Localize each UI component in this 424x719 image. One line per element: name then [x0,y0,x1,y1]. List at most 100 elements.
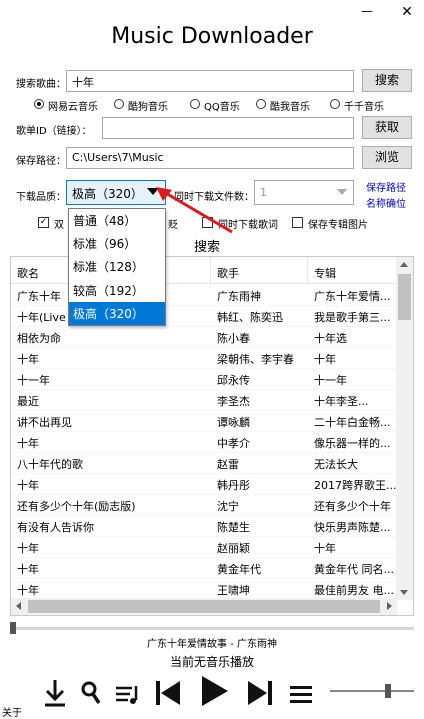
radio-qianqian-label: 千千音乐 [344,102,384,113]
table-row[interactable]: 十年 黄金年代 黄金年代 同名... [11,557,397,579]
table-row[interactable]: 十年 中孝介 像乐器一样的... [11,431,397,453]
table-row[interactable]: 八十年代的歌 赵雷 无法长大 [11,452,397,474]
album-cell: 还有多少个十年 [314,500,391,513]
song-title-cell: 十年 [17,437,39,450]
artist-cell: 韩丹彤 [217,479,250,492]
header-artist[interactable]: 歌手 [211,257,308,283]
artist-cell: 中孝介 [217,437,250,450]
artist-cell: 谭咏麟 [217,416,250,429]
radio-kugou-label: 酷狗音乐 [128,102,168,113]
radio-kugou[interactable] [114,99,124,109]
artist-cell: 李圣杰 [217,395,250,408]
volume-thumb[interactable] [384,684,391,698]
album-cell: 像乐器一样的... [314,437,391,450]
progress-thumb[interactable] [10,622,16,634]
next-icon[interactable] [246,678,274,708]
artist-cell: 陈楚生 [217,521,250,534]
concurrent-value: 1 [260,186,267,199]
vertical-scrollbar[interactable] [396,257,413,600]
quality-option[interactable]: 较高（192） [69,279,165,302]
table-row[interactable]: 十年 王啸坤 最佳前男友 电... [11,578,397,600]
hscroll-thumb[interactable] [28,600,380,613]
album-cell: 十年 [314,353,336,366]
album-cell: 我是歌手第三... [314,311,391,324]
table-row[interactable]: 最近 李圣杰 十年李圣... [11,389,397,411]
now-playing-text: 广东十年爱情故事 - 广东雨神 [147,639,277,650]
album-cell: 十年 [314,542,336,555]
download-icon[interactable] [42,678,68,708]
table-row[interactable]: 十年 梁朝伟、李宇春 十年 [11,347,397,369]
browse-button[interactable]: 浏览 [362,146,412,169]
song-title-cell: 还有多少个十年(励志版) [17,500,136,513]
artist-cell: 沈宁 [217,500,239,513]
save-path-input[interactable]: C:\Users\7\Music [66,147,354,169]
playlist-input[interactable] [102,117,354,139]
radio-netease-label: 网易云音乐 [48,102,98,113]
album-cell: 二十年白金畅... [314,416,391,429]
album-cell: 无法长大 [314,458,358,471]
song-title-cell: 相依为命 [17,332,61,345]
radio-kuwo-label: 酷我音乐 [270,102,310,113]
scroll-down-arrow-icon[interactable] [400,590,408,595]
progress-track[interactable] [10,627,414,630]
scroll-right-arrow-icon[interactable] [387,602,392,610]
scroll-thumb[interactable] [398,274,411,320]
artist-cell: 邱永传 [217,374,250,387]
table-row[interactable]: 有没有人告诉你 陈楚生 快乐男声陈楚... [11,515,397,537]
playlist-icon[interactable] [114,682,142,706]
close-button[interactable]: ✕ [396,4,418,24]
album-cell: 十年选 [314,332,347,345]
album-cell: 广东十年爱情... [314,290,391,303]
option1-checkbox[interactable]: ✓ [38,217,49,228]
table-row[interactable]: 讲不出再见 谭咏麟 二十年白金畅... [11,410,397,432]
quality-selected: 极高（320） [72,187,143,201]
about-link[interactable]: 关于 [2,704,22,719]
table-row[interactable]: 十年 韩丹彤 2017跨界歌王... [11,473,397,495]
scroll-left-arrow-icon[interactable] [16,602,21,610]
scroll-up-arrow-icon[interactable] [400,262,408,267]
search-icon[interactable] [80,680,102,706]
save-path-link[interactable]: 保存路径 [366,179,406,194]
radio-qq[interactable] [190,99,200,109]
radio-netease[interactable] [34,99,44,109]
table-row[interactable]: 十一年 邱永传 十一年 [11,368,397,390]
save-path-label: 保存路径： [16,156,66,167]
artist-cell: 陈小春 [217,332,250,345]
song-title-cell: 十年 [17,563,39,576]
quality-option[interactable]: 标准（128） [69,255,165,278]
menu-list-icon[interactable] [288,684,314,706]
concurrent-select[interactable]: 1 [254,180,354,205]
volume-track[interactable] [330,690,414,692]
previous-icon[interactable] [154,678,182,708]
fetch-button[interactable]: 获取 [362,116,412,139]
song-title-cell: 讲不出再见 [17,416,72,429]
album-cell: 最佳前男友 电... [314,584,394,597]
album-cell: 黄金年代 同名... [314,563,394,576]
artist-cell: 赵雷 [217,458,239,471]
table-row[interactable]: 还有多少个十年(励志版) 沈宁 还有多少个十年 [11,494,397,516]
search-label: 搜索歌曲： [16,79,66,90]
album-art-checkbox[interactable] [292,217,303,228]
name-locate-link[interactable]: 名称确位 [366,195,406,210]
option1-label: 双 [54,220,64,231]
radio-kuwo[interactable] [256,99,266,109]
table-row[interactable]: 十年 赵丽颖 十年 [11,536,397,558]
song-title-cell: 十年 [17,542,39,555]
search-button[interactable]: 搜索 [362,69,412,92]
album-art-label: 保存专辑图片 [308,220,368,231]
song-title-cell: 十一年 [17,374,50,387]
artist-cell: 赵丽颖 [217,542,250,555]
radio-qianqian[interactable] [330,99,340,109]
playlist-label: 歌单ID（链接）： [16,126,92,137]
table-row[interactable]: 相依为命 陈小春 十年选 [11,326,397,348]
search-input[interactable]: 十年 [66,70,354,92]
artist-cell: 黄金年代 [217,563,261,576]
header-album[interactable]: 专辑 [308,257,397,283]
minimize-button[interactable]: — [356,4,378,24]
artist-cell: 梁朝伟、李宇春 [217,353,294,366]
player-status: 当前无音乐播放 [169,655,254,669]
play-icon[interactable] [198,674,230,708]
quality-option-selected[interactable]: 极高（320） [69,301,165,325]
horizontal-scrollbar[interactable] [11,598,397,615]
album-cell: 十年李圣... [314,395,369,408]
